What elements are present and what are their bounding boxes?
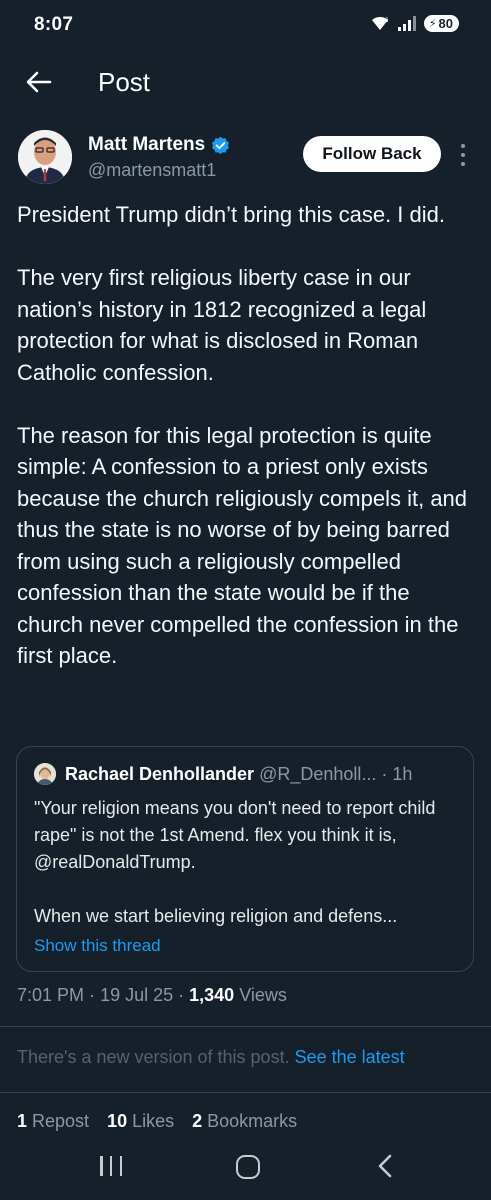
likes-label: Likes xyxy=(132,1111,175,1131)
quote-body: "Your religion means you don't need to r… xyxy=(34,795,462,930)
quote-avatar[interactable] xyxy=(34,763,56,785)
follow-back-button[interactable]: Follow Back xyxy=(303,136,441,172)
verified-badge-icon xyxy=(212,136,230,154)
post-paragraph: The reason for this legal protection is … xyxy=(17,422,468,669)
show-thread-link[interactable]: Show this thread xyxy=(34,936,161,956)
more-vertical-icon[interactable] xyxy=(458,144,468,166)
divider xyxy=(0,1026,491,1027)
recent-apps-icon[interactable] xyxy=(100,1156,122,1178)
likes-count: 10 xyxy=(107,1111,128,1131)
status-bar: 8:07 6 ⚡ 80 xyxy=(0,0,491,50)
quote-author-name: Rachael Denhollander xyxy=(65,764,255,784)
page-title: Post xyxy=(98,67,151,97)
quote-time: · 1h xyxy=(381,764,413,784)
system-nav-bar xyxy=(0,1138,491,1200)
bookmarks-count: 2 xyxy=(192,1111,203,1131)
nav-back-icon[interactable] xyxy=(372,1152,400,1180)
post-paragraph: The very first religious liberty case in… xyxy=(17,265,427,385)
quoted-post[interactable]: Rachael Denhollander @R_Denholl... · 1h … xyxy=(16,746,474,972)
quote-author-handle: @R_Denholl... xyxy=(259,764,377,784)
wifi-icon: 6 xyxy=(371,16,389,30)
notice-text: There's a new version of this post. xyxy=(17,1047,290,1067)
quote-paragraph: When we start believing religion and def… xyxy=(34,906,398,926)
svg-text:6: 6 xyxy=(385,18,389,24)
arrow-left-icon[interactable] xyxy=(24,67,54,97)
reposts-label: Repost xyxy=(32,1111,90,1131)
reposts-stat[interactable]: 1 Repost xyxy=(17,1111,89,1132)
post-paragraph: President Trump didn’t bring this case. … xyxy=(17,202,445,227)
engagement-stats: 1 Repost 10 Likes 2 Bookmarks xyxy=(17,1111,297,1132)
post-date: 19 Jul 25 xyxy=(100,985,174,1005)
quote-header: Rachael Denhollander @R_Denholl... · 1h xyxy=(65,764,412,785)
top-bar: Post xyxy=(0,55,491,111)
new-version-notice: There's a new version of this post. See … xyxy=(17,1047,405,1068)
post-time: 7:01 PM xyxy=(17,985,85,1005)
home-icon[interactable] xyxy=(236,1155,260,1179)
divider xyxy=(0,1092,491,1093)
reposts-count: 1 xyxy=(17,1111,28,1131)
bookmarks-stat[interactable]: 2 Bookmarks xyxy=(192,1111,297,1132)
author-name-row[interactable]: Matt Martens xyxy=(88,134,230,156)
avatar[interactable] xyxy=(18,130,72,184)
status-time: 8:07 xyxy=(34,14,74,35)
bookmarks-label: Bookmarks xyxy=(207,1111,298,1131)
views-count[interactable]: 1,340 xyxy=(189,985,234,1005)
battery-indicator: ⚡ 80 xyxy=(423,14,459,32)
views-label[interactable]: Views xyxy=(239,985,287,1005)
quote-paragraph: "Your religion means you don't need to r… xyxy=(34,798,436,872)
post-body: President Trump didn’t bring this case. … xyxy=(17,199,477,672)
see-latest-link[interactable]: See the latest xyxy=(295,1047,405,1067)
post-meta: 7:01 PM · 19 Jul 25 · 1,340 Views xyxy=(17,985,287,1005)
author-name[interactable]: Matt Martens xyxy=(88,134,205,156)
author-handle[interactable]: @martensmatt1 xyxy=(88,160,216,181)
charging-icon: ⚡ xyxy=(428,17,437,30)
battery-level: 80 xyxy=(438,15,453,31)
signal-icon xyxy=(397,15,416,31)
post-author: Matt Martens @martensmatt1 Follow Back xyxy=(0,130,491,190)
status-icons: 6 ⚡ 80 xyxy=(370,14,459,32)
likes-stat[interactable]: 10 Likes xyxy=(107,1111,174,1132)
